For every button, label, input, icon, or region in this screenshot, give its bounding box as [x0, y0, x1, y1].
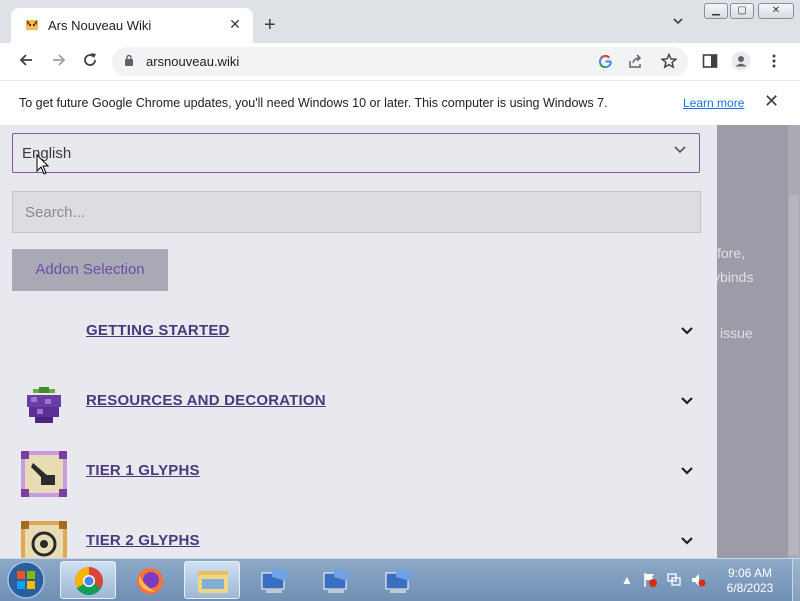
show-hidden-icons-icon[interactable]: ▲: [621, 573, 633, 587]
category-resources-and-decoration[interactable]: RESOURCES AND DECORATION: [0, 372, 717, 432]
tab-title: Ars Nouveau Wiki: [48, 18, 152, 33]
search-input[interactable]: [13, 192, 687, 232]
category-tier-1-glyphs[interactable]: TIER 1 GLYPHS: [0, 442, 717, 502]
grape-icon: [27, 387, 61, 423]
windows-taskbar: ▲ 9:06 AM 6/8/2023: [0, 558, 800, 601]
share-icon[interactable]: [628, 54, 644, 69]
bookmark-star-icon[interactable]: [661, 53, 677, 69]
background-text: fore,: [717, 245, 746, 261]
show-desktop-button[interactable]: [792, 559, 800, 601]
category-label[interactable]: TIER 2 GLYPHS: [86, 532, 200, 549]
mouse-cursor-icon: [36, 154, 50, 175]
page-viewport: fore, ybinds issue English Addon Selecti…: [0, 125, 800, 558]
google-icon[interactable]: [598, 54, 613, 69]
new-tab-button[interactable]: +: [264, 15, 276, 35]
network-monitor-icon: [385, 569, 412, 593]
tab-search-chevron-icon[interactable]: [671, 14, 685, 28]
firefox-icon: [137, 568, 163, 594]
category-label[interactable]: TIER 1 GLYPHS: [86, 462, 200, 479]
chevron-down-icon[interactable]: [680, 394, 694, 408]
profile-avatar-icon[interactable]: [731, 51, 751, 71]
minimize-button[interactable]: ▁: [704, 3, 728, 19]
browser-toolbar: arsnouveau.wiki: [0, 43, 800, 80]
reload-icon[interactable]: [81, 51, 99, 69]
chrome-icon: [75, 567, 103, 595]
network-icon[interactable]: [666, 572, 682, 588]
tab-close-icon[interactable]: ✕: [227, 16, 243, 32]
glyph-tier2-icon: [21, 521, 67, 558]
navigation-drawer: English Addon Selection GETTING STARTED: [0, 125, 717, 558]
clock-time: 9:06 AM: [727, 566, 773, 580]
lock-icon: [125, 54, 133, 66]
chevron-down-icon[interactable]: [680, 534, 694, 548]
category-getting-started[interactable]: GETTING STARTED: [0, 302, 717, 362]
infobar-close-icon[interactable]: ✕: [764, 91, 779, 112]
clock-date: 6/8/2023: [726, 581, 774, 595]
folder-icon: [198, 571, 228, 593]
ars-nouveau-favicon-icon: [26, 20, 38, 30]
back-icon[interactable]: [17, 51, 35, 69]
start-button-icon[interactable]: [4, 560, 48, 600]
background-text: issue: [720, 325, 753, 341]
taskbar-app-1[interactable]: [246, 561, 302, 599]
network-monitor-icon: [261, 569, 288, 593]
system-clock[interactable]: 9:06 AM 6/8/2023: [715, 566, 785, 596]
taskbar-chrome[interactable]: [60, 561, 116, 599]
side-panel-icon[interactable]: [702, 53, 718, 69]
language-select[interactable]: English: [12, 133, 700, 173]
action-center-flag-icon[interactable]: [642, 572, 658, 588]
category-label[interactable]: GETTING STARTED: [86, 322, 230, 339]
taskbar-app-3[interactable]: [370, 561, 426, 599]
category-tier-2-glyphs[interactable]: TIER 2 GLYPHS: [0, 512, 717, 558]
category-label[interactable]: RESOURCES AND DECORATION: [86, 392, 326, 409]
glyph-tier1-icon: [21, 451, 67, 497]
address-bar[interactable]: arsnouveau.wiki: [112, 47, 688, 76]
tab-ars-nouveau[interactable]: Ars Nouveau Wiki ✕: [11, 8, 253, 43]
url-text: arsnouveau.wiki: [146, 54, 240, 69]
tab-strip: Ars Nouveau Wiki ✕ + ▁ ▢ ✕: [0, 0, 800, 43]
menu-kebab-icon[interactable]: [769, 53, 779, 69]
infobar-message: To get future Google Chrome updates, you…: [19, 96, 608, 110]
network-monitor-icon: [323, 569, 350, 593]
forward-icon[interactable]: [50, 51, 68, 69]
volume-muted-icon[interactable]: [690, 572, 706, 588]
taskbar-firefox[interactable]: [122, 561, 178, 599]
maximize-button[interactable]: ▢: [730, 3, 754, 19]
search-field[interactable]: [12, 191, 701, 233]
learn-more-link[interactable]: Learn more: [683, 96, 744, 110]
background-text: ybinds: [713, 269, 754, 285]
chrome-update-infobar: To get future Google Chrome updates, you…: [0, 80, 800, 126]
taskbar-app-2[interactable]: [308, 561, 364, 599]
addon-selection-button[interactable]: Addon Selection: [12, 249, 168, 291]
page-scrollbar-thumb[interactable]: [789, 195, 799, 555]
taskbar-explorer[interactable]: [184, 561, 240, 599]
chevron-down-icon[interactable]: [680, 464, 694, 478]
close-window-button[interactable]: ✕: [758, 3, 794, 19]
chevron-down-icon[interactable]: [680, 324, 694, 338]
chevron-down-icon: [674, 146, 686, 154]
